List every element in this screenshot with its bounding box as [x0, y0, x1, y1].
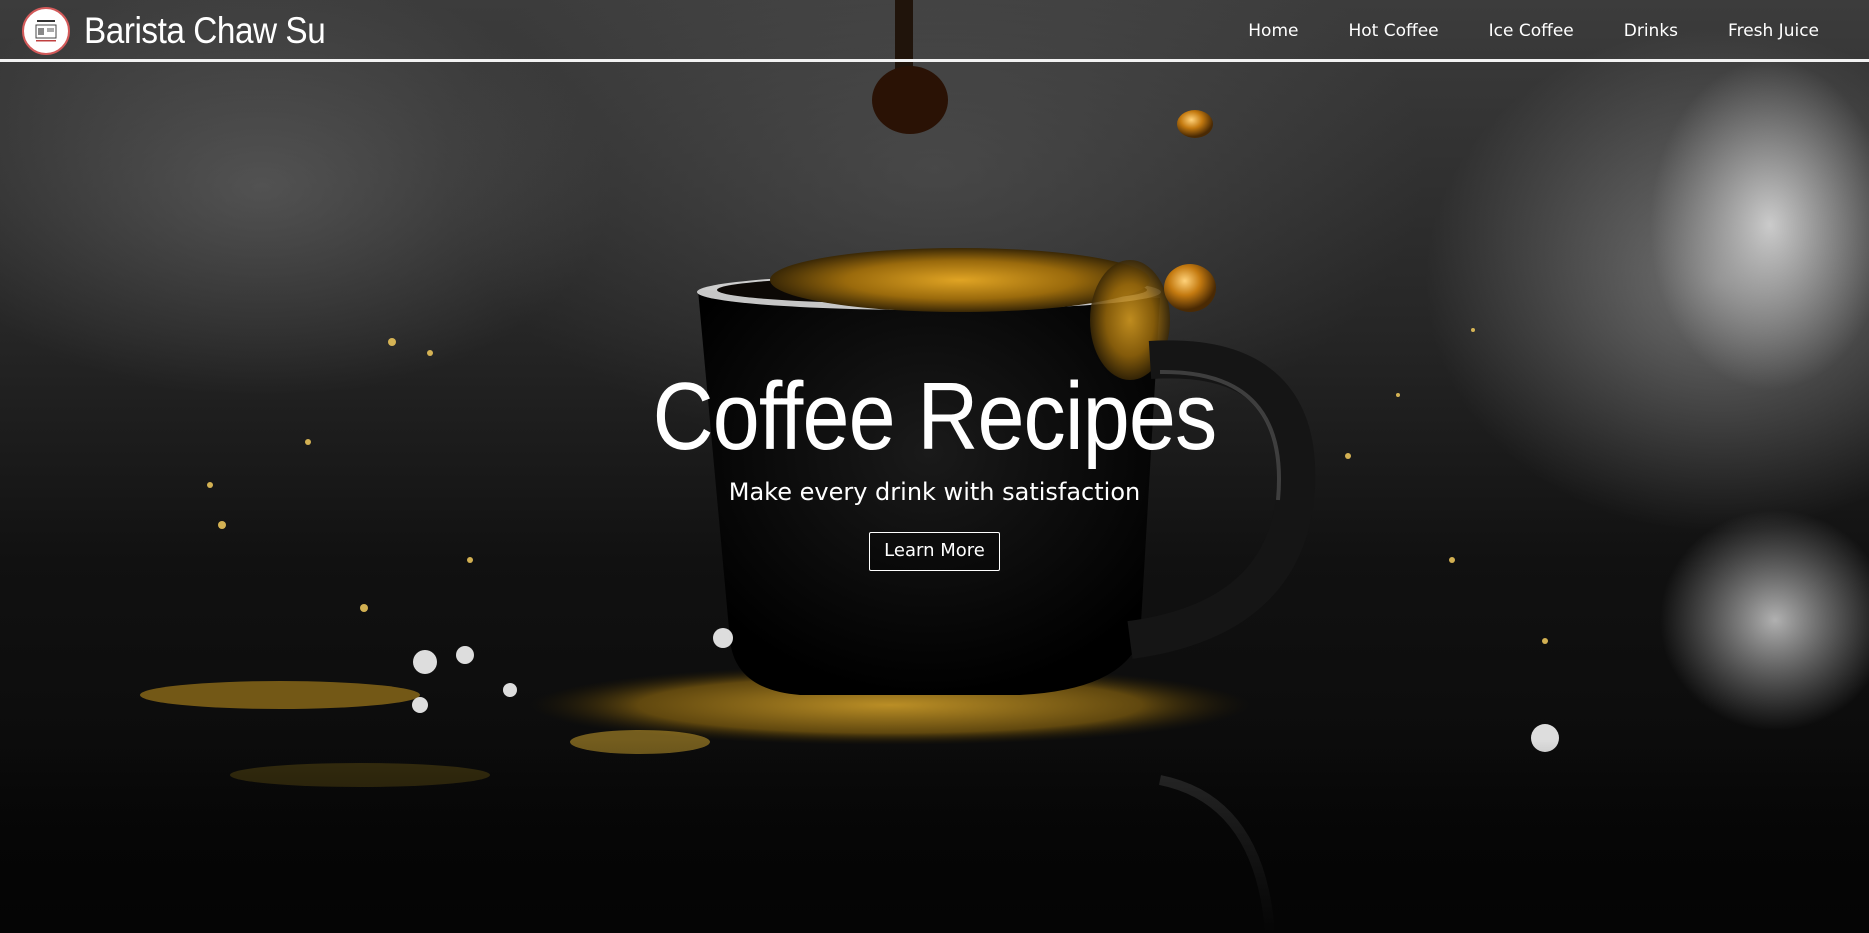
- hero-subtitle: Make every drink with satisfaction: [728, 478, 1141, 506]
- navbar: Barista Chaw Su Home Hot Coffee Ice Coff…: [0, 0, 1869, 62]
- learn-more-button[interactable]: Learn More: [869, 532, 1000, 571]
- hero-section: Coffee Recipes Make every drink with sat…: [0, 365, 1869, 571]
- brand-name[interactable]: Barista Chaw Su: [84, 10, 326, 52]
- main-nav: Home Hot Coffee Ice Coffee Drinks Fresh …: [1248, 0, 1819, 62]
- logo-illustration: [35, 20, 57, 42]
- page: Barista Chaw Su Home Hot Coffee Ice Coff…: [0, 0, 1869, 933]
- hero-title: Coffee Recipes: [652, 363, 1218, 470]
- nav-item-hot-coffee[interactable]: Hot Coffee: [1348, 21, 1438, 41]
- nav-item-ice-coffee[interactable]: Ice Coffee: [1489, 21, 1574, 41]
- nav-item-drinks[interactable]: Drinks: [1624, 21, 1678, 41]
- nav-item-fresh-juice[interactable]: Fresh Juice: [1728, 21, 1819, 41]
- coffee-shop-logo-icon[interactable]: [22, 7, 70, 55]
- nav-item-home[interactable]: Home: [1248, 21, 1298, 41]
- brand[interactable]: Barista Chaw Su: [22, 6, 352, 56]
